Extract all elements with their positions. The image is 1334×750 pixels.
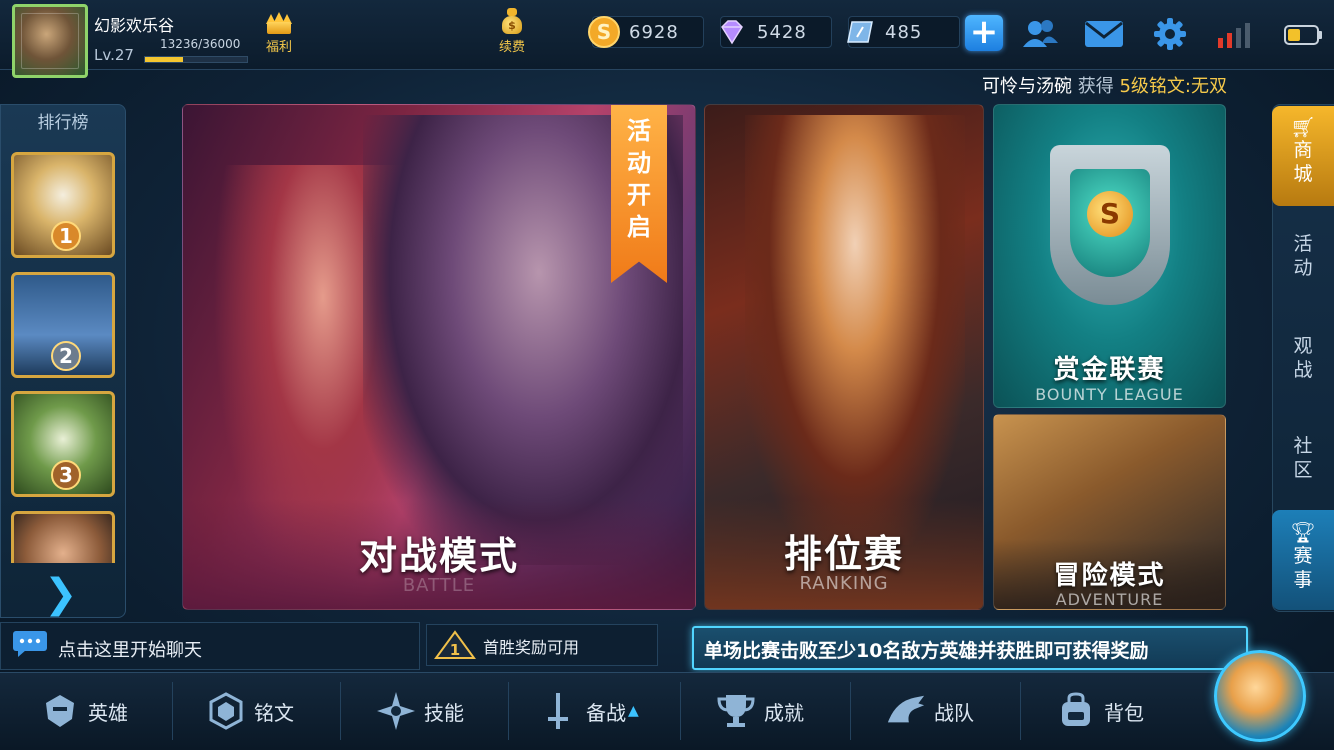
ranking-mode-card[interactable]: 排位赛 RANKING [704, 104, 984, 610]
bottom-nav-label: 备战 [586, 700, 626, 725]
leaderboard-entry-3[interactable]: 3 [11, 391, 115, 497]
rank-number-badge: 1 [51, 221, 81, 251]
diamond-amount: 5428 [757, 22, 807, 43]
welfare-label: 福利 [265, 40, 292, 55]
experience-bar [144, 56, 248, 63]
trophy-icon: 🏆︎ [1290, 520, 1316, 544]
bounty-league-title: 赏金联赛 [1053, 355, 1166, 385]
mail-icon [1085, 21, 1123, 47]
bottom-nav-label: 英雄 [88, 700, 128, 725]
chat-placeholder: 点击这里开始聊天 [58, 640, 202, 661]
gear-icon [1154, 18, 1186, 50]
adventure-mode-subtitle: ADVENTURE [1055, 590, 1164, 609]
renew-label: 续费 [498, 40, 525, 55]
first-win-text: 首胜奖励可用 [483, 638, 580, 657]
battle-mode-subtitle: BATTLE [402, 575, 476, 596]
first-win-rank-icon: 1 [434, 630, 476, 660]
voucher-amount: 485 [885, 22, 923, 43]
announcement: 可怜与汤碗 获得 5级铭文:无双 [982, 72, 1227, 98]
bottom-nav-bag[interactable]: 背包 [1056, 686, 1144, 736]
player-name: 幻影欢乐谷 [94, 16, 175, 35]
gold-currency[interactable]: S 6928 [588, 16, 704, 48]
crown-icon [264, 12, 294, 34]
experience-text: 13236/36000 [160, 37, 241, 51]
bottom-nav-inscriptions[interactable]: 铭文 [206, 686, 294, 736]
bottom-nav-label: 技能 [424, 700, 464, 725]
money-bag-icon: $ [500, 8, 524, 34]
adventure-mode-card[interactable]: 冒险模式 ADVENTURE [993, 414, 1226, 610]
announcement-player: 可怜与汤碗 [982, 76, 1072, 97]
battle-mode-title: 对战模式 [358, 534, 519, 578]
ranking-mode-subtitle: RANKING [799, 573, 889, 594]
gold-coin-icon: S [585, 13, 623, 51]
diamond-icon [713, 13, 751, 51]
right-nav-tournament[interactable]: 🏆︎ 赛 事 [1272, 510, 1334, 610]
helmet-icon [40, 691, 80, 731]
voucher-currency[interactable]: 485 [847, 16, 960, 48]
voucher-icon [841, 13, 879, 51]
assistant-mascot-avatar[interactable] [1214, 650, 1306, 742]
leaderboard-entry-2[interactable]: 2 [11, 272, 115, 378]
leaderboard-entry-1[interactable]: 1 [11, 152, 115, 258]
adventure-mode-title: 冒险模式 [1053, 561, 1166, 591]
backpack-icon [1056, 691, 1096, 731]
right-nav-shop[interactable]: 🛒︎ 商 城 [1272, 106, 1334, 206]
svg-text:1: 1 [450, 641, 460, 659]
leaderboard-expand-arrow-icon[interactable]: ❯ [44, 574, 78, 614]
friends-icon [1023, 20, 1058, 47]
signal-icon [1216, 22, 1256, 48]
right-nav-community[interactable]: 社 区 [1272, 434, 1334, 482]
trophy-icon [716, 691, 756, 731]
battle-mode-card[interactable]: 活 动 开 启 对战模式 BATTLE [182, 104, 696, 610]
player-avatar[interactable] [12, 4, 88, 78]
event-open-ribbon: 活 动 开 启 [611, 105, 667, 283]
friends-button[interactable] [1016, 12, 1064, 56]
bottom-nav-label: 成就 [764, 700, 804, 725]
shopping-cart-icon: 🛒︎ [1290, 115, 1316, 139]
reward-tip-text: 单场比赛击败至少10名敌方英雄并获胜即可获得奖励 [704, 640, 1149, 662]
bottom-nav-achievements[interactable]: 成就 [716, 686, 804, 736]
bottom-nav-skills[interactable]: 技能 [376, 686, 464, 736]
bottom-nav-label: 铭文 [254, 700, 294, 725]
rank-number-badge: 2 [51, 341, 81, 371]
shield-emblem-icon: S [1050, 145, 1170, 305]
chat-bubble-icon [12, 630, 48, 658]
player-level: Lv.27 [94, 46, 134, 64]
bottom-nav-label: 背包 [1104, 700, 1144, 725]
renew-button[interactable]: $ 续费 [494, 8, 530, 55]
leaderboard-entry-4[interactable] [11, 511, 115, 563]
recharge-plus-button[interactable]: + [965, 15, 1003, 51]
bottom-nav-prepare[interactable]: 备战 ▲ [538, 686, 639, 736]
dragon-icon [886, 691, 926, 731]
hexagon-rune-icon [206, 691, 246, 731]
gold-amount: 6928 [629, 22, 679, 43]
bottom-nav-team[interactable]: 战队 [886, 686, 974, 736]
experience-bar-fill [145, 57, 183, 62]
right-nav-spectate[interactable]: 观 战 [1272, 334, 1334, 382]
diamond-currency[interactable]: 5428 [720, 16, 832, 48]
mail-button[interactable] [1080, 12, 1128, 56]
right-nav-activity[interactable]: 活 动 [1272, 232, 1334, 280]
settings-button[interactable] [1146, 12, 1194, 56]
expand-up-arrow-icon: ▲ [628, 703, 639, 719]
leaderboard-title: 排行榜 [37, 113, 89, 133]
bounty-league-subtitle: BOUNTY LEAGUE [1035, 385, 1184, 404]
battery-icon [1284, 24, 1324, 46]
bottom-nav-label: 战队 [934, 700, 974, 725]
star-burst-icon [376, 691, 416, 731]
bounty-league-card[interactable]: S 赏金联赛 BOUNTY LEAGUE [993, 104, 1226, 408]
welfare-button[interactable]: 福利 [262, 12, 296, 55]
announcement-item: 5级铭文:无双 [1119, 76, 1227, 97]
svg-text:S: S [597, 20, 611, 44]
sword-icon [538, 691, 578, 731]
bottom-nav-heroes[interactable]: 英雄 [40, 686, 128, 736]
ranking-mode-title: 排位赛 [783, 532, 904, 576]
announcement-verb: 获得 [1077, 76, 1114, 97]
rank-number-badge: 3 [51, 460, 81, 490]
